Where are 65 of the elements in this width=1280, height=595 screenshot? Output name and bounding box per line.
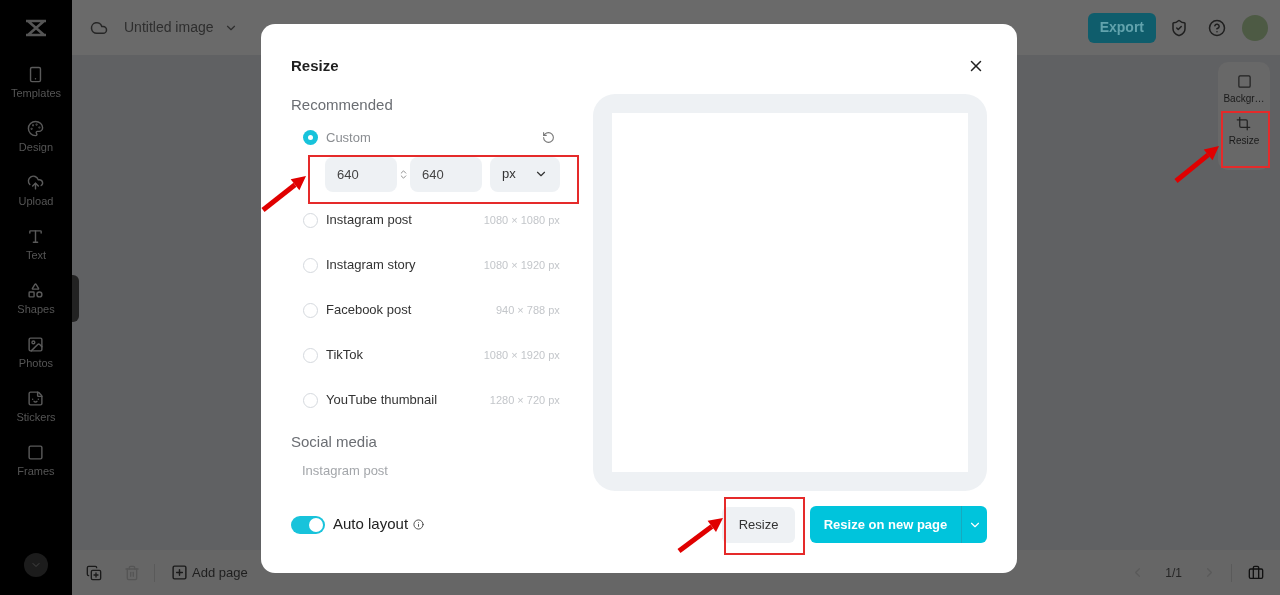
shield-icon[interactable] xyxy=(1170,18,1188,37)
height-input[interactable]: 640 xyxy=(410,156,482,192)
more-button[interactable] xyxy=(24,553,48,577)
sidebar-label[interactable]: Frames xyxy=(17,465,55,478)
sidebar-label[interactable]: Stickers xyxy=(16,411,56,424)
sidebar-label[interactable]: Templates xyxy=(10,87,62,100)
export-button[interactable]: Export xyxy=(1087,12,1156,43)
duplicate-icon[interactable] xyxy=(86,564,102,581)
radio-button[interactable] xyxy=(303,130,318,145)
sidebar-label[interactable]: Text xyxy=(25,249,47,262)
sidebar-label[interactable]: Shapes xyxy=(17,303,55,316)
radio-button[interactable] xyxy=(303,347,318,363)
auto-layout-label: Auto layout xyxy=(333,514,409,535)
text-icon[interactable] xyxy=(27,228,45,245)
option-label[interactable]: Instagram post xyxy=(326,210,412,230)
app-logo xyxy=(24,18,48,38)
square-icon[interactable] xyxy=(27,444,45,461)
option-label[interactable]: TikTok xyxy=(326,345,364,365)
sidebar-label[interactable]: Photos xyxy=(18,357,54,370)
square-icon[interactable] xyxy=(1236,74,1252,89)
info-icon[interactable] xyxy=(413,519,425,530)
radio-button[interactable] xyxy=(303,257,318,273)
option-label[interactable]: Instagram story xyxy=(326,255,416,275)
auto-layout-toggle[interactable] xyxy=(291,515,325,534)
collapse-handle[interactable] xyxy=(72,275,79,322)
option-label[interactable]: YouTube thumbnail xyxy=(326,390,438,410)
page-indicator: 1/1 xyxy=(1165,564,1182,582)
resize-button[interactable]: Resize xyxy=(722,506,795,543)
case-icon[interactable] xyxy=(1248,564,1264,581)
option-size: 1080 × 1080 px xyxy=(483,212,560,228)
help-icon[interactable] xyxy=(1208,18,1226,37)
option-size: 1280 × 720 px xyxy=(489,392,560,408)
width-input[interactable]: 640 xyxy=(325,156,397,192)
add-page-icon[interactable] xyxy=(171,564,188,581)
option-size: 940 × 788 px xyxy=(495,302,560,318)
sticker-icon[interactable] xyxy=(27,390,45,407)
add-page-button[interactable]: Add page xyxy=(192,562,248,583)
option-label[interactable]: Facebook post xyxy=(326,300,412,320)
option-size: 1080 × 1920 px xyxy=(483,347,560,363)
link-toggle-icon[interactable] xyxy=(398,168,409,180)
image-icon[interactable] xyxy=(27,336,45,353)
resize-on-new-page-button[interactable]: Resize on new page xyxy=(810,506,961,543)
unit-select[interactable]: px xyxy=(490,156,560,192)
dialog-title: Resize xyxy=(291,55,339,76)
sidebar-label[interactable]: Upload xyxy=(18,195,54,208)
upload-icon[interactable] xyxy=(27,174,45,191)
dropdown-button[interactable] xyxy=(961,506,987,543)
option-label[interactable]: Custom xyxy=(326,127,371,148)
avatar[interactable] xyxy=(1242,14,1268,41)
radio-button[interactable] xyxy=(303,212,318,228)
social-option[interactable]: Instagram post xyxy=(291,461,563,481)
palette-icon[interactable] xyxy=(27,120,45,137)
section-heading: Recommended xyxy=(291,95,394,115)
reset-icon[interactable] xyxy=(541,131,555,144)
document-title[interactable]: Untitled image xyxy=(124,17,214,38)
highlight-frame xyxy=(1221,111,1270,168)
sidebar-label[interactable]: Design xyxy=(18,141,54,154)
panel-label[interactable]: Resize xyxy=(1228,135,1260,146)
option-size: 1080 × 1920 px xyxy=(483,257,560,273)
crop-icon[interactable] xyxy=(1236,116,1252,131)
radio-button[interactable] xyxy=(303,302,318,318)
radio-button[interactable] xyxy=(303,392,318,408)
panel-label[interactable]: Backgr… xyxy=(1223,93,1265,104)
shapes-icon[interactable] xyxy=(27,282,45,299)
section-heading: Social media xyxy=(291,431,378,452)
